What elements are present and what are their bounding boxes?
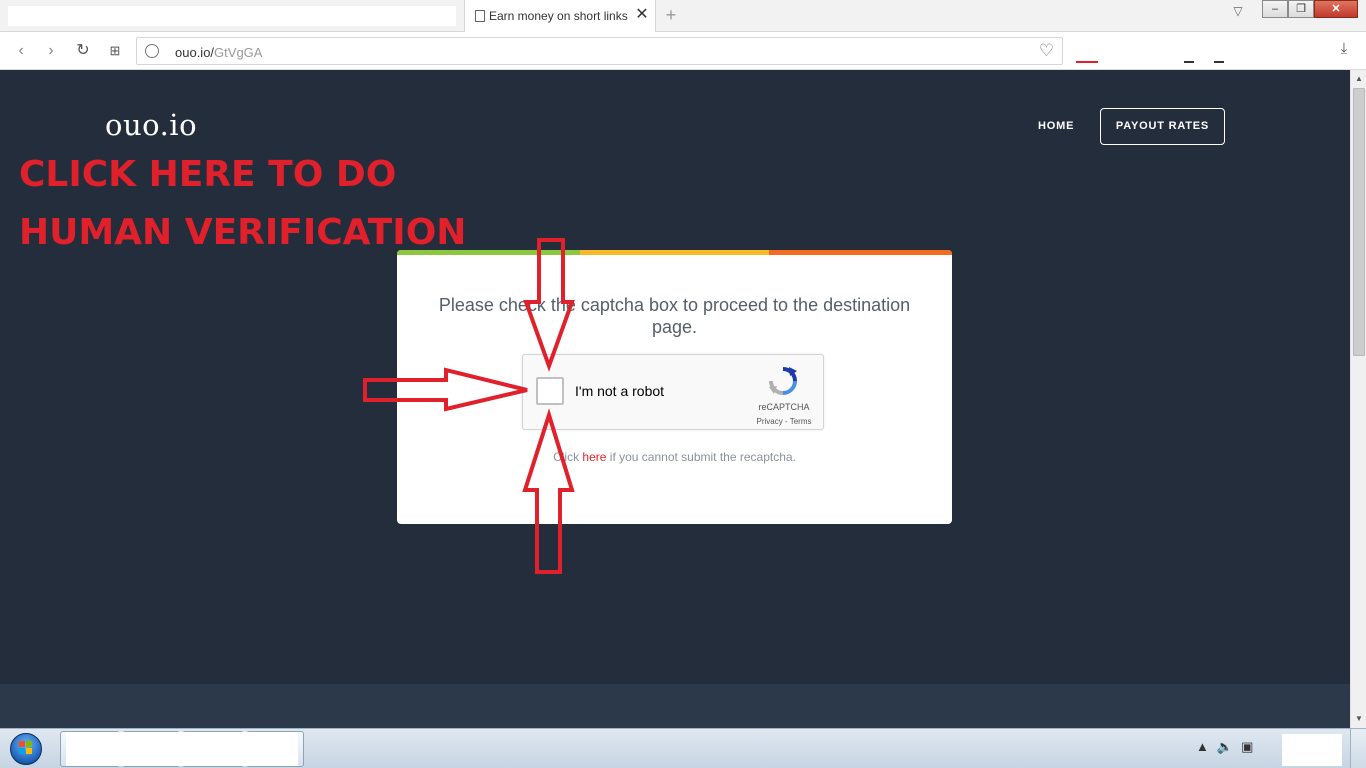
- redacted-taskbar-area: [66, 732, 298, 766]
- address-bar[interactable]: ouo.io/GtVgGA ♡: [136, 37, 1063, 65]
- back-icon[interactable]: ‹: [10, 40, 32, 62]
- recaptcha-brand: reCAPTCHA: [758, 402, 810, 412]
- url-text: ouo.io/GtVgGA: [175, 45, 263, 60]
- browser-menu-icon[interactable]: ▽: [1230, 4, 1246, 20]
- site-logo[interactable]: ouo.io: [105, 108, 197, 142]
- start-button[interactable]: [4, 730, 48, 768]
- extension-indicator: [1184, 61, 1194, 63]
- new-tab-button[interactable]: +: [662, 6, 680, 24]
- recaptcha-widget: I'm not a robot reCAPTCHA Privacy - Term…: [522, 354, 824, 430]
- extension-indicator: [1076, 61, 1098, 63]
- browser-tabstrip: Earn money on short links ✕ + ▽ – ❐ ✕: [0, 0, 1366, 32]
- windows-flag-icon: [19, 741, 32, 754]
- extensions-area: [1072, 36, 1324, 64]
- nav-payout-rates-button[interactable]: PAYOUT RATES: [1100, 108, 1225, 145]
- download-icon[interactable]: ⤓: [1334, 40, 1354, 60]
- globe-icon: [145, 44, 159, 58]
- screen: Earn money on short links ✕ + ▽ – ❐ ✕ ‹ …: [0, 0, 1366, 768]
- scrollbar-thumb[interactable]: [1353, 88, 1365, 356]
- forward-icon[interactable]: ›: [40, 40, 62, 62]
- recaptcha-logo-icon: [769, 367, 797, 395]
- show-desktop-button[interactable]: [1350, 729, 1366, 768]
- browser-toolbar: ‹ › ↻ ⊞ ouo.io/GtVgGA ♡ ⤓: [0, 32, 1366, 70]
- speed-dial-icon[interactable]: ⊞: [104, 40, 126, 62]
- nav-home-link[interactable]: HOME: [1038, 120, 1074, 132]
- windows-taskbar: ▲ 🔈 ▣: [0, 728, 1366, 768]
- page-footer: [0, 684, 1350, 728]
- tab-title: Earn money on short links: [489, 9, 628, 23]
- extension-indicator: [1214, 61, 1224, 63]
- tab-active[interactable]: Earn money on short links ✕: [464, 0, 656, 32]
- reload-icon[interactable]: ↻: [72, 40, 94, 62]
- fallback-note: Click here if you cannot submit the reca…: [553, 450, 796, 464]
- annotation-text: CLICK HERE TO DO HUMAN VERIFICATION: [19, 146, 466, 262]
- close-window-button[interactable]: ✕: [1314, 0, 1358, 18]
- card-stripe-yellow: [580, 250, 769, 255]
- card-stripe-green: [397, 250, 580, 255]
- document-icon: [475, 10, 485, 22]
- web-page: ouo.io HOME PAYOUT RATES CLICK HERE TO D…: [0, 70, 1350, 728]
- recaptcha-checkbox[interactable]: [536, 377, 564, 405]
- vertical-scrollbar[interactable]: ▲ ▼: [1350, 70, 1366, 728]
- volume-icon[interactable]: 🔈: [1217, 739, 1233, 755]
- redacted-clock-area: [1282, 734, 1342, 766]
- annotation-line-1: CLICK HERE TO DO: [19, 154, 397, 195]
- restore-button[interactable]: ❐: [1288, 0, 1314, 18]
- heart-icon[interactable]: ♡: [1039, 41, 1054, 61]
- redacted-tab-area: [8, 6, 456, 26]
- window-controls: – ❐ ✕: [1262, 0, 1358, 20]
- captcha-instruction: Please check the captcha box to proceed …: [438, 295, 911, 337]
- recaptcha-label: I'm not a robot: [575, 383, 665, 399]
- fallback-here-link[interactable]: here: [582, 450, 606, 464]
- network-icon[interactable]: ▣: [1241, 739, 1253, 755]
- recaptcha-terms-link[interactable]: Privacy - Terms: [747, 417, 821, 426]
- scroll-up-icon[interactable]: ▲: [1354, 74, 1364, 84]
- scroll-down-icon[interactable]: ▼: [1354, 714, 1364, 724]
- captcha-card: Please check the captcha box to proceed …: [397, 250, 952, 524]
- system-tray: ▲ 🔈 ▣: [1196, 739, 1253, 755]
- card-stripe-orange: [769, 250, 952, 255]
- minimize-button[interactable]: –: [1262, 0, 1288, 18]
- tray-expand-icon[interactable]: ▲: [1196, 739, 1209, 755]
- tab-close-icon[interactable]: ✕: [633, 6, 651, 24]
